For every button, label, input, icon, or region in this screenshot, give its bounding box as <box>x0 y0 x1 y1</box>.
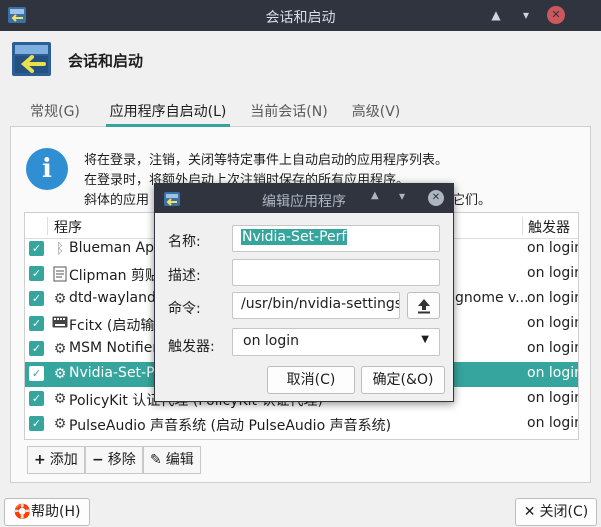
browse-button[interactable] <box>407 292 440 319</box>
info-text-line-3-tail: 它们。 <box>452 193 492 208</box>
close-icon[interactable]: ✕ <box>547 6 565 24</box>
name-field-value: Nvidia-Set-Perf <box>241 229 348 245</box>
collapse-icon[interactable]: ▲ <box>486 5 506 25</box>
trigger-select[interactable]: on login ▼ <box>232 328 440 356</box>
tab-application-autostart[interactable]: 应用程序自启动(L) <box>106 101 230 127</box>
gear-icon: ⚙ <box>53 366 67 382</box>
window-titlebar[interactable]: 会话和启动 ▲ ▾ ✕ <box>0 0 601 31</box>
remove-button[interactable]: − 移除 <box>85 446 143 474</box>
column-separator <box>47 217 48 235</box>
program-trigger: on login <box>527 365 579 381</box>
enabled-checkbox[interactable]: ✓ <box>29 416 44 431</box>
page-title: 会话和启动 <box>68 52 144 70</box>
dialog-collapse-icon[interactable]: ▲ <box>371 190 385 201</box>
enabled-checkbox[interactable]: ✓ <box>29 241 44 256</box>
help-button-label: 帮助(H) <box>30 504 81 520</box>
program-trigger: on login <box>527 265 579 281</box>
column-header-program[interactable]: 程序 <box>54 217 82 237</box>
plus-icon: + <box>34 452 46 468</box>
upload-icon <box>417 299 430 314</box>
session-startup-icon <box>12 42 51 76</box>
add-button-label: 添加 <box>49 452 78 468</box>
info-text-line-3: 斜体的应用 <box>84 193 150 208</box>
trigger-label: 触发器: <box>168 339 215 355</box>
close-button-label: 关闭(C) <box>539 504 589 520</box>
gear-icon: ⚙ <box>53 391 67 407</box>
dialog-minimize-icon[interactable]: ▾ <box>399 189 413 203</box>
enabled-checkbox[interactable]: ✓ <box>29 391 44 406</box>
edit-button[interactable]: ✎ 编辑 <box>143 446 201 474</box>
enabled-checkbox[interactable]: ✓ <box>29 291 44 306</box>
enabled-checkbox[interactable]: ✓ <box>29 316 44 331</box>
bluetooth-icon: ᛒ <box>55 241 65 257</box>
dialog-close-icon[interactable]: ✕ <box>428 190 444 206</box>
tab-general[interactable]: 常规(G) <box>22 101 88 127</box>
column-separator <box>522 217 523 235</box>
program-trigger: on login <box>527 240 579 256</box>
enabled-checkbox[interactable]: ✓ <box>29 366 44 381</box>
description-field[interactable] <box>232 259 440 286</box>
trigger-select-value: on login <box>243 333 299 349</box>
close-x-icon: ✕ <box>523 504 536 520</box>
command-field[interactable]: /usr/bin/nvidia-settings - <box>232 292 400 319</box>
list-item[interactable]: ✓ ⚙ PulseAudio 声音系统 (启动 PulseAudio 声音系统)… <box>25 412 578 437</box>
name-label: 名称: <box>168 234 201 250</box>
command-label: 命令: <box>168 301 201 317</box>
name-field[interactable]: Nvidia-Set-Perf <box>232 225 440 252</box>
clipboard-icon <box>52 266 68 282</box>
column-header-trigger[interactable]: 触发器 <box>528 217 570 237</box>
edit-application-dialog[interactable]: 编辑应用程序 ▲ ▾ ✕ 名称: Nvidia-Set-Perf 描述: 命令:… <box>154 183 454 402</box>
pencil-icon: ✎ <box>150 452 162 468</box>
tab-advanced[interactable]: 高级(V) <box>350 101 402 127</box>
add-button[interactable]: + 添加 <box>27 446 85 474</box>
help-button[interactable]: 🛟帮助(H) <box>4 498 90 526</box>
chevron-down-icon: ▼ <box>421 334 429 345</box>
minimize-icon[interactable]: ▾ <box>516 5 536 25</box>
close-button[interactable]: ✕ 关闭(C) <box>515 498 597 526</box>
program-name: PulseAudio 声音系统 (启动 PulseAudio 声音系统) <box>69 418 392 434</box>
program-trigger: on login <box>527 315 579 331</box>
program-name-tail: gnome v... <box>455 290 529 306</box>
program-trigger: on login <box>527 390 579 406</box>
program-trigger: on login <box>527 340 579 356</box>
program-name: Blueman Appl <box>69 240 167 256</box>
ok-button[interactable]: 确定(&O) <box>361 366 445 394</box>
enabled-checkbox[interactable]: ✓ <box>29 266 44 281</box>
tab-current-session[interactable]: 当前会话(N) <box>250 101 328 127</box>
gear-icon: ⚙ <box>53 291 67 307</box>
help-icon: 🛟 <box>13 504 31 520</box>
dialog-titlebar[interactable]: 编辑应用程序 ▲ ▾ ✕ <box>155 184 453 213</box>
info-icon: i <box>26 148 68 190</box>
keyboard-icon <box>52 316 68 332</box>
edit-button-label: 编辑 <box>165 452 194 468</box>
gear-icon: ⚙ <box>53 416 67 432</box>
minus-icon: − <box>92 452 104 468</box>
program-name: MSM Notifier <box>69 340 159 356</box>
gear-icon: ⚙ <box>53 341 67 357</box>
program-trigger: on login <box>527 415 579 431</box>
cancel-button[interactable]: 取消(C) <box>267 366 355 394</box>
description-label: 描述: <box>168 268 201 284</box>
info-text-line-1: 将在登录，注销，关闭等特定事件上自动启动的应用程序列表。 <box>84 153 449 168</box>
enabled-checkbox[interactable]: ✓ <box>29 341 44 356</box>
remove-button-label: 移除 <box>107 452 136 468</box>
program-trigger: on login <box>527 290 579 306</box>
window-title: 会话和启动 <box>265 10 336 26</box>
